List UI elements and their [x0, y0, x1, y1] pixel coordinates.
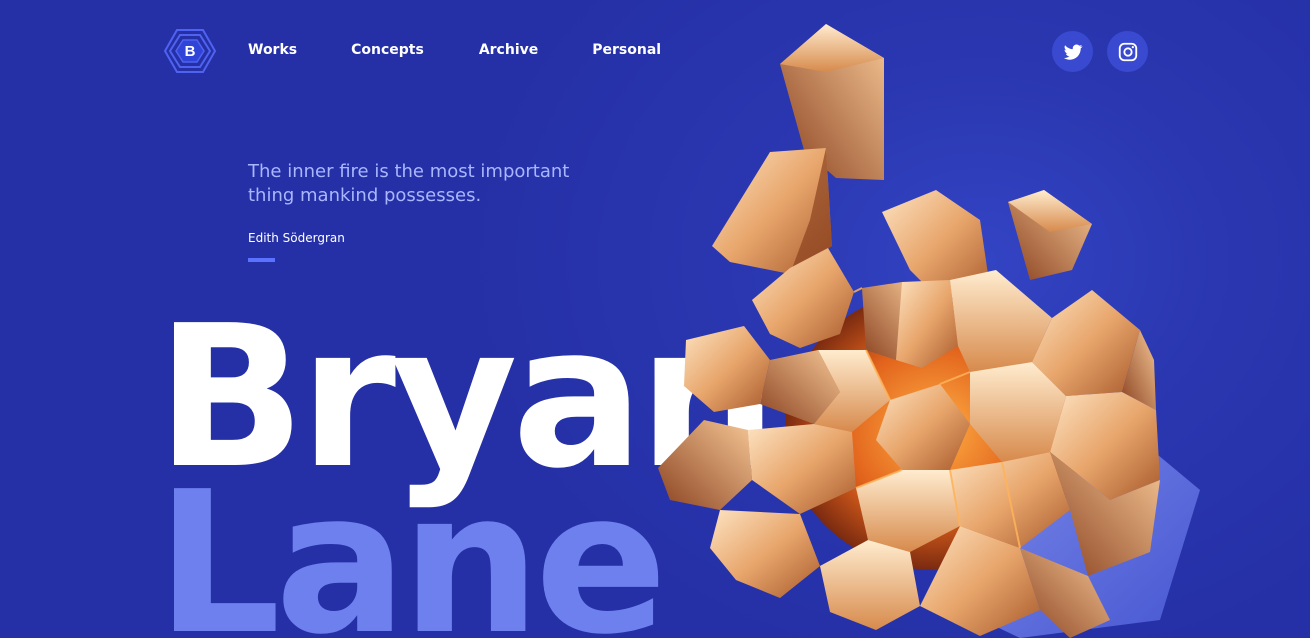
author-divider	[248, 258, 275, 262]
quote-line-2: thing mankind possesses.	[248, 185, 482, 206]
quote-author: Edith Södergran	[248, 231, 345, 245]
quote-line-1: The inner fire is the most important	[248, 161, 570, 182]
hero-quote: The inner fire is the most important thi…	[248, 160, 588, 208]
nav-item-archive[interactable]: Archive	[479, 42, 538, 58]
fractured-cube-illustration	[658, 24, 1200, 638]
nav-item-concepts[interactable]: Concepts	[351, 42, 424, 58]
nav-item-works[interactable]: Works	[248, 42, 297, 58]
logo-letter: B	[184, 42, 196, 60]
copper-fragments-artwork	[640, 0, 1240, 638]
brand-logo[interactable]: B	[163, 26, 217, 76]
landing-page: B Works Concepts Archive Personal The in…	[0, 0, 1310, 638]
main-nav: Works Concepts Archive Personal	[248, 42, 661, 58]
